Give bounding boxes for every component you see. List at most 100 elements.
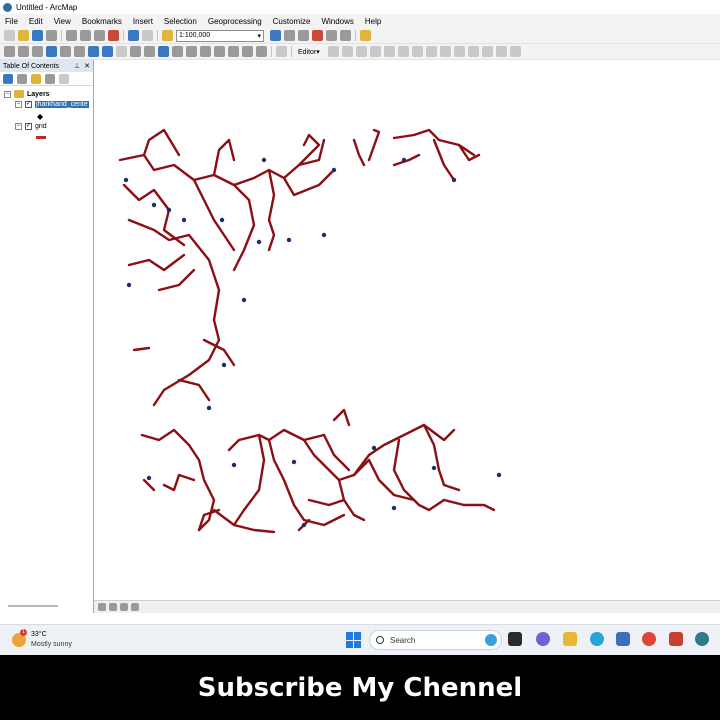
- edit-tool-icon[interactable]: [327, 46, 339, 57]
- toc-layer-grid[interactable]: − ✓ grid: [15, 123, 47, 130]
- point-tool-icon[interactable]: [397, 46, 409, 57]
- menu-bookmarks[interactable]: Bookmarks: [81, 17, 123, 26]
- layer-visibility-checkbox[interactable]: ✓: [25, 123, 32, 130]
- collapse-icon[interactable]: −: [4, 90, 11, 98]
- layer-name-label[interactable]: jharkhand_cente: [35, 101, 89, 108]
- save-icon[interactable]: [32, 30, 43, 41]
- chrome-icon[interactable]: [642, 632, 656, 646]
- find-route-icon[interactable]: [228, 46, 239, 57]
- menu-view[interactable]: View: [53, 17, 72, 26]
- delete-icon[interactable]: [108, 30, 119, 41]
- close-icon[interactable]: ✕: [84, 62, 90, 70]
- weather-description[interactable]: Mostly sunny: [31, 641, 72, 648]
- copy-icon[interactable]: [80, 30, 91, 41]
- measure-icon[interactable]: [200, 46, 211, 57]
- toc-layers-group[interactable]: − Layers: [4, 90, 50, 98]
- pin-icon[interactable]: ⊥: [74, 62, 80, 70]
- create-features-icon[interactable]: [509, 46, 521, 57]
- trace-icon[interactable]: [383, 46, 395, 57]
- full-extent-icon[interactable]: [46, 46, 57, 57]
- catalog-icon[interactable]: [298, 30, 309, 41]
- html-popup-icon[interactable]: [186, 46, 197, 57]
- select-features-icon[interactable]: [116, 46, 127, 57]
- map-scale-select[interactable]: 1:100,000 ▾: [176, 29, 264, 42]
- zoom-in-icon[interactable]: [4, 46, 15, 57]
- select-elements-icon[interactable]: [144, 46, 155, 57]
- task-view-icon[interactable]: [508, 632, 522, 646]
- print-icon[interactable]: [46, 30, 57, 41]
- split-tool-icon[interactable]: [453, 46, 465, 57]
- arctoolbox-icon[interactable]: [312, 30, 323, 41]
- menu-customize[interactable]: Customize: [272, 17, 312, 26]
- editor-dropdown[interactable]: Editor▾: [296, 48, 322, 56]
- fixed-zoom-in-icon[interactable]: [60, 46, 71, 57]
- new-document-icon[interactable]: [4, 30, 15, 41]
- identify-icon[interactable]: [158, 46, 169, 57]
- layer-point-symbol[interactable]: ◆: [37, 112, 43, 121]
- edit-vertices-icon[interactable]: [411, 46, 423, 57]
- edit-annotation-icon[interactable]: [341, 46, 353, 57]
- collapse-icon[interactable]: −: [15, 123, 22, 130]
- zoom-out-icon[interactable]: [18, 46, 29, 57]
- refresh-icon[interactable]: [120, 603, 128, 611]
- taskbar-search-box[interactable]: Search: [369, 630, 502, 650]
- forward-extent-icon[interactable]: [102, 46, 113, 57]
- layer-line-symbol[interactable]: [36, 136, 46, 139]
- table-of-contents-icon[interactable]: [284, 30, 295, 41]
- menu-insert[interactable]: Insert: [132, 17, 154, 26]
- fixed-zoom-out-icon[interactable]: [74, 46, 85, 57]
- cut-icon[interactable]: [66, 30, 77, 41]
- menu-geoprocessing[interactable]: Geoprocessing: [207, 17, 263, 26]
- hyperlink-icon[interactable]: [172, 46, 183, 57]
- go-to-xy-icon[interactable]: [242, 46, 253, 57]
- time-slider-icon[interactable]: [256, 46, 267, 57]
- undo-icon[interactable]: [128, 30, 139, 41]
- map-display[interactable]: [94, 60, 720, 600]
- layer-visibility-checkbox[interactable]: ✓: [25, 101, 32, 108]
- pan-icon[interactable]: [32, 46, 43, 57]
- find-icon[interactable]: [214, 46, 225, 57]
- clear-selection-icon[interactable]: [130, 46, 141, 57]
- rotate-tool-icon[interactable]: [467, 46, 479, 57]
- collapse-icon[interactable]: −: [15, 101, 22, 108]
- menu-edit[interactable]: Edit: [28, 17, 44, 26]
- layer-name-label[interactable]: grid: [35, 123, 47, 130]
- menu-selection[interactable]: Selection: [163, 17, 198, 26]
- toc-options-icon[interactable]: [59, 73, 69, 84]
- python-window-icon[interactable]: [326, 30, 337, 41]
- list-by-drawing-order-icon[interactable]: [3, 73, 13, 84]
- add-data-icon[interactable]: [162, 30, 173, 41]
- back-extent-icon[interactable]: [88, 46, 99, 57]
- toc-layer-jharkhand[interactable]: − ✓ jharkhand_cente: [15, 101, 89, 108]
- search-window-icon[interactable]: [360, 30, 371, 41]
- model-builder-icon[interactable]: [340, 30, 351, 41]
- menu-file[interactable]: File: [4, 17, 19, 26]
- editor-toolbar-icon[interactable]: [270, 30, 281, 41]
- toc-horizontal-scrollbar[interactable]: [8, 605, 58, 607]
- list-by-source-icon[interactable]: [17, 73, 27, 84]
- sketch-properties-icon[interactable]: [495, 46, 507, 57]
- teams-chat-icon[interactable]: [536, 632, 550, 646]
- pause-drawing-icon[interactable]: [131, 603, 139, 611]
- create-viewer-icon[interactable]: [276, 46, 287, 57]
- file-explorer-icon[interactable]: [563, 632, 577, 646]
- cut-polygons-icon[interactable]: [439, 46, 451, 57]
- list-by-selection-icon[interactable]: [45, 73, 55, 84]
- menu-windows[interactable]: Windows: [320, 17, 354, 26]
- microsoft-store-icon[interactable]: [616, 632, 630, 646]
- list-by-visibility-icon[interactable]: [31, 73, 41, 84]
- straight-segment-icon[interactable]: [355, 46, 367, 57]
- attributes-icon[interactable]: [481, 46, 493, 57]
- weather-temperature[interactable]: 33°C: [31, 631, 47, 638]
- reshape-feature-icon[interactable]: [425, 46, 437, 57]
- arcmap-taskbar-icon[interactable]: [695, 632, 709, 646]
- endpoint-arc-icon[interactable]: [369, 46, 381, 57]
- open-folder-icon[interactable]: [18, 30, 29, 41]
- menu-help[interactable]: Help: [364, 17, 382, 26]
- redo-icon[interactable]: [142, 30, 153, 41]
- edge-browser-icon[interactable]: [590, 632, 604, 646]
- start-button[interactable]: [346, 632, 362, 648]
- layout-view-icon[interactable]: [109, 603, 117, 611]
- copilot-icon[interactable]: [485, 634, 497, 646]
- data-view-icon[interactable]: [98, 603, 106, 611]
